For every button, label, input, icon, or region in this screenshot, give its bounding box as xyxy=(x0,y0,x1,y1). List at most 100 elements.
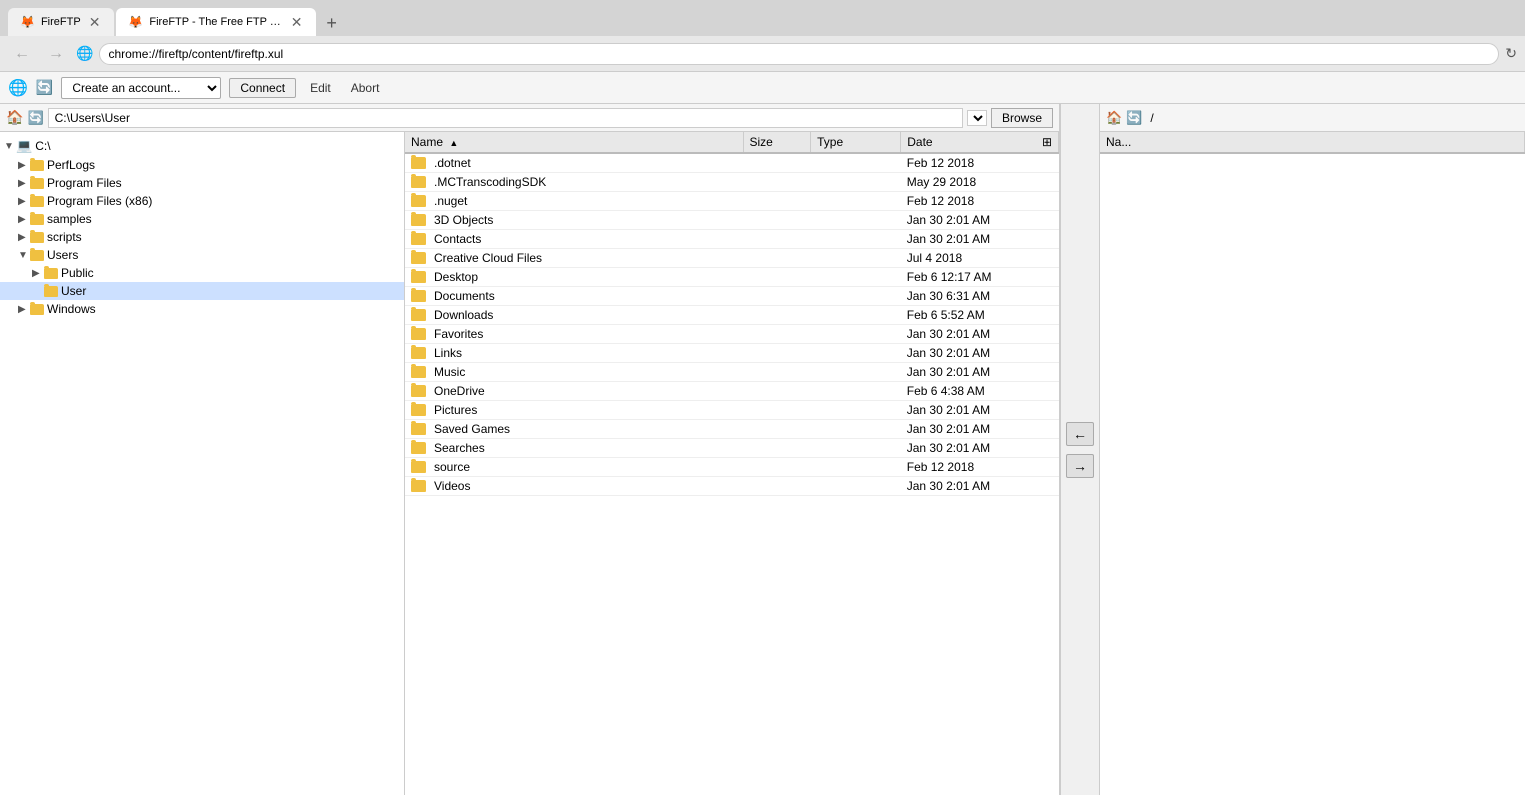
expand-arrow-scripts[interactable]: ▶ xyxy=(18,232,30,243)
file-size xyxy=(743,325,811,344)
file-size xyxy=(743,173,811,192)
table-row[interactable]: .nuget Feb 12 2018 xyxy=(405,192,1059,211)
tree-item-progfiles[interactable]: ▶ Program Files xyxy=(0,174,404,192)
file-list[interactable]: Name ▲ Size Type Date xyxy=(405,132,1059,795)
expand-arrow-public[interactable]: ▶ xyxy=(32,268,44,279)
main-area: 🏠 🔄 C:\Users\User Browse ▼ 💻 C:\ xyxy=(0,104,1525,795)
table-row[interactable]: .dotnet Feb 12 2018 xyxy=(405,153,1059,173)
tree-item-windows[interactable]: ▶ Windows xyxy=(0,300,404,318)
tree-item-perflogs[interactable]: ▶ PerfLogs xyxy=(0,156,404,174)
abort-button[interactable]: Abort xyxy=(345,79,386,97)
file-name-cell: source xyxy=(405,458,743,477)
local-path-input[interactable] xyxy=(48,108,963,128)
tree-item-c-root[interactable]: ▼ 💻 C:\ xyxy=(0,136,404,156)
col-header-date[interactable]: Date ⊞ xyxy=(901,132,1059,153)
table-row[interactable]: Music Jan 30 2:01 AM xyxy=(405,363,1059,382)
file-date: Jan 30 2:01 AM xyxy=(901,477,1059,496)
table-row[interactable]: Pictures Jan 30 2:01 AM xyxy=(405,401,1059,420)
table-row[interactable]: Contacts Jan 30 2:01 AM xyxy=(405,230,1059,249)
file-date: Feb 12 2018 xyxy=(901,153,1059,173)
connect-button[interactable]: Connect xyxy=(229,78,296,98)
remote-refresh-icon[interactable]: 🔄 xyxy=(1126,110,1142,126)
table-row[interactable]: Saved Games Jan 30 2:01 AM xyxy=(405,420,1059,439)
address-input[interactable] xyxy=(99,43,1499,65)
table-row[interactable]: Links Jan 30 2:01 AM xyxy=(405,344,1059,363)
file-type xyxy=(811,230,901,249)
edit-button[interactable]: Edit xyxy=(304,79,337,97)
file-size xyxy=(743,344,811,363)
new-tab-button[interactable]: + xyxy=(318,11,345,36)
panels: ▼ 💻 C:\ ▶ PerfLogs ▶ xyxy=(0,132,1059,795)
transfer-left-button[interactable]: ← xyxy=(1066,422,1094,446)
right-panel: 🏠 🔄 / Na... xyxy=(1100,104,1525,795)
file-name-cell: 3D Objects xyxy=(405,211,743,230)
sync-icon: 🔄 xyxy=(36,79,53,96)
table-row[interactable]: Desktop Feb 6 12:17 AM xyxy=(405,268,1059,287)
file-date: Feb 12 2018 xyxy=(901,458,1059,477)
back-button[interactable]: ← xyxy=(8,43,36,65)
tree-item-public[interactable]: ▶ Public xyxy=(0,264,404,282)
home-icon[interactable]: 🏠 xyxy=(6,109,23,126)
expand-arrow-c[interactable]: ▼ xyxy=(4,141,16,152)
table-row[interactable]: Creative Cloud Files Jul 4 2018 xyxy=(405,249,1059,268)
account-dropdown[interactable]: Create an account... xyxy=(61,77,221,99)
tree-item-samples[interactable]: ▶ samples xyxy=(0,210,404,228)
tree-item-user[interactable]: User xyxy=(0,282,404,300)
forward-button[interactable]: → xyxy=(42,43,70,65)
file-type xyxy=(811,211,901,230)
table-row[interactable]: OneDrive Feb 6 4:38 AM xyxy=(405,382,1059,401)
remote-file-list[interactable]: Na... xyxy=(1100,132,1525,795)
transfer-right-button[interactable]: → xyxy=(1066,454,1094,478)
file-table: Name ▲ Size Type Date xyxy=(405,132,1059,496)
tree-item-scripts[interactable]: ▶ scripts xyxy=(0,228,404,246)
table-row[interactable]: Documents Jan 30 6:31 AM xyxy=(405,287,1059,306)
file-name: Pictures xyxy=(434,403,477,417)
file-size xyxy=(743,287,811,306)
file-type xyxy=(811,363,901,382)
file-name-cell: Links xyxy=(405,344,743,363)
tab-title-active: FireFTP - The Free FTP Clien... xyxy=(149,16,282,28)
tab-close[interactable]: ✕ xyxy=(87,13,103,31)
tab-fireftp[interactable]: 🦊 FireFTP ✕ xyxy=(8,8,114,36)
refresh-icon[interactable]: 🔄 xyxy=(27,110,43,126)
table-row[interactable]: 3D Objects Jan 30 2:01 AM xyxy=(405,211,1059,230)
tab-close-active[interactable]: ✕ xyxy=(289,13,305,31)
tree-item-progfilesx86[interactable]: ▶ Program Files (x86) xyxy=(0,192,404,210)
table-row[interactable]: .MCTranscodingSDK May 29 2018 xyxy=(405,173,1059,192)
browse-button[interactable]: Browse xyxy=(991,108,1053,128)
folder-icon-public xyxy=(44,268,58,279)
file-type xyxy=(811,192,901,211)
refresh-button[interactable]: ↻ xyxy=(1505,45,1517,62)
expand-arrow-progfilesx86[interactable]: ▶ xyxy=(18,196,30,207)
folder-icon-scripts xyxy=(30,232,44,243)
file-type xyxy=(811,325,901,344)
expand-arrow-windows[interactable]: ▶ xyxy=(18,304,30,315)
tab-fireftp-active[interactable]: 🦊 FireFTP - The Free FTP Clien... ✕ xyxy=(116,8,316,36)
col-header-type[interactable]: Type xyxy=(811,132,901,153)
file-size xyxy=(743,458,811,477)
file-name: source xyxy=(434,460,470,474)
tree-label-perflogs: PerfLogs xyxy=(47,158,95,172)
table-row[interactable]: source Feb 12 2018 xyxy=(405,458,1059,477)
expand-arrow-perflogs[interactable]: ▶ xyxy=(18,160,30,171)
transfer-panel: ← → xyxy=(1060,104,1100,795)
col-header-size[interactable]: Size xyxy=(743,132,811,153)
table-row[interactable]: Videos Jan 30 2:01 AM xyxy=(405,477,1059,496)
file-name: Saved Games xyxy=(434,422,510,436)
folder-icon-users xyxy=(30,250,44,261)
remote-col-name[interactable]: Na... xyxy=(1100,132,1525,153)
path-dropdown[interactable]: C:\Users\User xyxy=(967,110,987,126)
remote-home-icon[interactable]: 🏠 xyxy=(1106,110,1122,126)
file-name: 3D Objects xyxy=(434,213,493,227)
expand-arrow-samples[interactable]: ▶ xyxy=(18,214,30,225)
col-header-name[interactable]: Name ▲ xyxy=(405,132,743,153)
table-row[interactable]: Searches Jan 30 2:01 AM xyxy=(405,439,1059,458)
table-row[interactable]: Favorites Jan 30 2:01 AM xyxy=(405,325,1059,344)
expand-arrow-users[interactable]: ▼ xyxy=(18,250,30,261)
file-date: Jan 30 2:01 AM xyxy=(901,325,1059,344)
tree-item-users[interactable]: ▼ Users xyxy=(0,246,404,264)
file-name-cell: Downloads xyxy=(405,306,743,325)
expand-arrow-progfiles[interactable]: ▶ xyxy=(18,178,30,189)
table-row[interactable]: Downloads Feb 6 5:52 AM xyxy=(405,306,1059,325)
file-tree[interactable]: ▼ 💻 C:\ ▶ PerfLogs ▶ xyxy=(0,132,405,795)
